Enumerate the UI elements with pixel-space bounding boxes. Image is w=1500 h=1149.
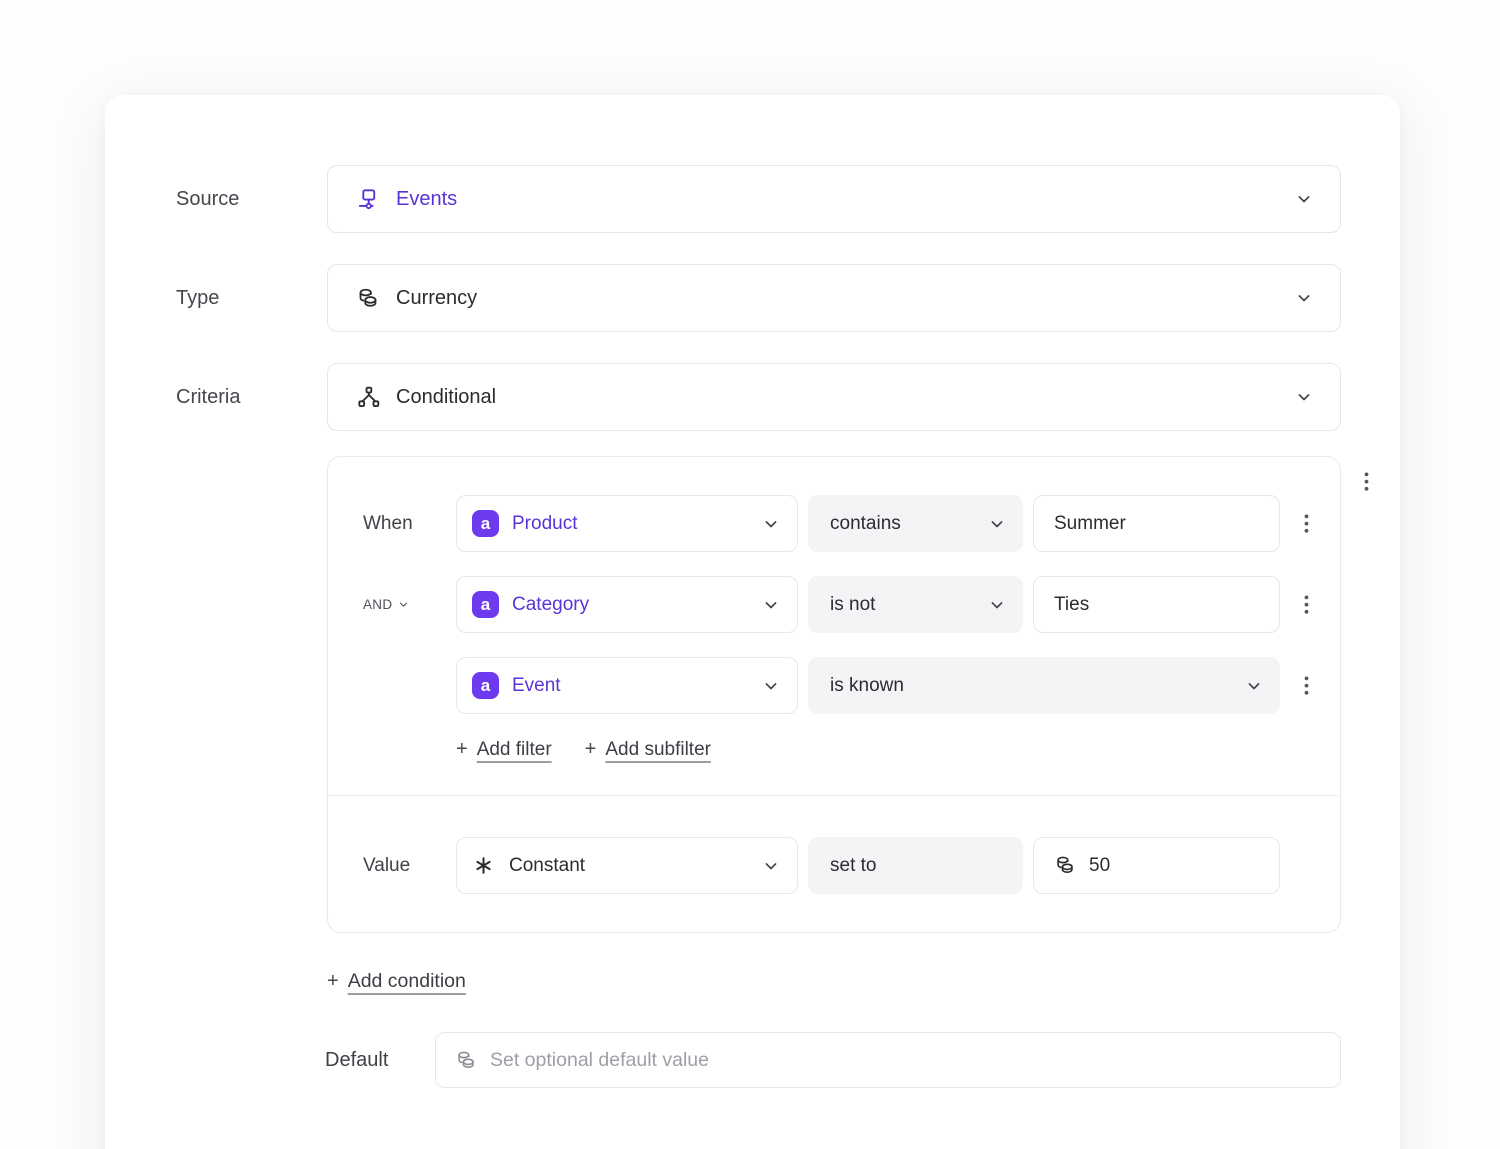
filter-menu-button[interactable] [1292,657,1320,714]
value-amount-field [1033,837,1280,894]
chevron-down-icon [397,598,410,611]
attribute-select[interactable]: a Category [456,576,798,633]
criteria-row: Criteria Conditional [105,363,1400,431]
attribute-badge-icon: a [472,672,499,699]
chevron-down-icon [1294,288,1314,308]
attribute-name: Product [512,513,577,535]
source-select[interactable]: Events [327,165,1341,233]
filter-row: When a Product contains [363,495,1340,552]
source-row: Source Events [105,165,1400,233]
filter-value-input[interactable] [1054,513,1261,535]
plus-icon: + [327,970,339,993]
and-connector-toggle[interactable]: AND [363,597,456,612]
kebab-menu-icon [1304,514,1309,534]
kebab-menu-icon [1364,472,1369,492]
filter-menu-button[interactable] [1292,495,1320,552]
kebab-menu-icon [1304,595,1309,615]
chevron-down-icon [987,595,1007,615]
kebab-menu-icon [1304,676,1309,696]
default-value-input[interactable] [490,1049,1320,1072]
filter-row: AND a Category is not [363,576,1340,633]
filter-value-field [1033,576,1280,633]
value-source-select[interactable]: Constant [456,837,798,894]
filter-links-row: + Add filter + Add subfilter [456,738,1340,761]
add-filter-button[interactable]: + Add filter [456,738,552,761]
filter-menu-button[interactable] [1292,576,1320,633]
value-operator-box: set to [808,837,1023,894]
chevron-down-icon [761,514,781,534]
currency-coins-icon [455,1049,478,1072]
condition-value-section: Value Constant set to [328,796,1340,932]
operator-select[interactable]: contains [808,495,1023,552]
type-row: Type Currency [105,264,1400,332]
criteria-value: Conditional [396,386,496,409]
condition-filters-section: When a Product contains [328,457,1340,795]
attribute-name: Category [512,594,589,616]
chevron-down-icon [1244,676,1264,696]
operator-select[interactable]: is known [808,657,1280,714]
operator-value: contains [830,513,901,535]
filter-value-field [1033,495,1280,552]
type-value: Currency [396,287,477,310]
attribute-badge-icon: a [472,591,499,618]
value-amount-input[interactable] [1089,855,1261,877]
type-label: Type [105,287,327,310]
source-value: Events [396,188,457,211]
criteria-select[interactable]: Conditional [327,363,1341,431]
source-label: Source [105,188,327,211]
attribute-name: Event [512,675,561,697]
when-label: When [363,513,456,535]
value-source-name: Constant [509,855,585,877]
plus-icon: + [456,738,468,761]
conditional-tree-icon [356,385,381,410]
condition-menu-button[interactable] [1352,465,1380,499]
operator-select[interactable]: is not [808,576,1023,633]
add-condition-button[interactable]: + Add condition [327,970,466,993]
condition-card: When a Product contains [327,456,1341,933]
attribute-select[interactable]: a Event [456,657,798,714]
chevron-down-icon [987,514,1007,534]
chevron-down-icon [1294,387,1314,407]
default-value-field [435,1032,1341,1088]
filter-row: a Event is known [363,657,1340,714]
attribute-select[interactable]: a Product [456,495,798,552]
chevron-down-icon [761,856,781,876]
criteria-label: Criteria [105,386,327,409]
attribute-settings-panel: Source Events Type Currency Criteria [105,95,1400,1149]
type-select[interactable]: Currency [327,264,1341,332]
add-subfilter-label: Add subfilter [605,739,711,761]
default-label: Default [105,1049,435,1072]
chevron-down-icon [761,676,781,696]
add-condition-label: Add condition [348,970,466,993]
default-row: Default [105,1032,1400,1088]
and-label: AND [363,597,392,612]
value-operator-text: set to [830,855,876,877]
attribute-badge-icon: a [472,510,499,537]
events-icon [356,187,381,212]
add-filter-label: Add filter [477,739,552,761]
add-condition-row: + Add condition [327,970,1400,993]
add-subfilter-button[interactable]: + Add subfilter [585,738,711,761]
value-label: Value [363,855,456,877]
chevron-down-icon [761,595,781,615]
plus-icon: + [585,738,597,761]
operator-value: is not [830,594,875,616]
chevron-down-icon [1294,189,1314,209]
constant-asterisk-icon [472,854,495,877]
currency-coins-icon [356,286,381,311]
currency-coins-icon [1054,854,1077,877]
operator-value: is known [830,675,904,697]
filter-value-input[interactable] [1054,594,1261,616]
